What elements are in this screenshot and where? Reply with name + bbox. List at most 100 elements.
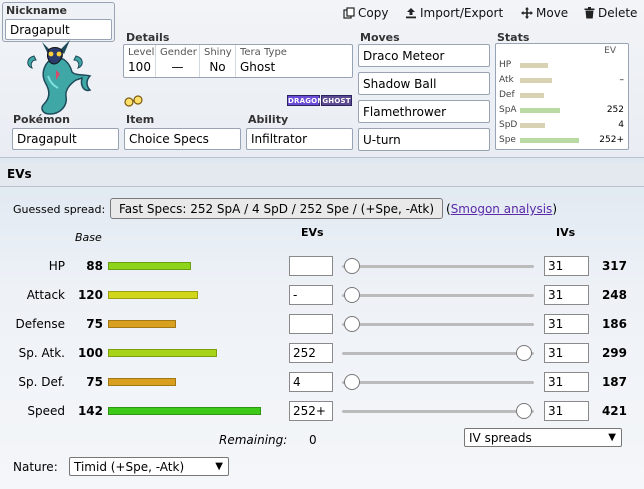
stats-ev-header: EV <box>604 46 616 56</box>
ev-slider-thumb[interactable] <box>344 374 360 390</box>
import-export-button[interactable]: Import/Export <box>405 6 503 20</box>
tera-value: Ghost <box>240 60 276 74</box>
delete-button[interactable]: Delete <box>584 6 637 20</box>
ev-input[interactable] <box>289 256 333 276</box>
iv-spreads-select[interactable]: IV spreads ▼ <box>464 428 622 447</box>
level-value: 100 <box>128 60 151 74</box>
ability-input[interactable]: Infiltrator <box>246 128 353 150</box>
ev-slider[interactable] <box>342 256 534 276</box>
pokemon-input[interactable]: Dragapult <box>12 128 119 150</box>
stat-total-value: 248 <box>601 288 627 302</box>
choice-specs-item-icon <box>124 95 143 107</box>
ev-slider[interactable] <box>342 314 534 334</box>
move-button[interactable]: Move <box>521 6 568 20</box>
nature-label: Nature: <box>13 460 58 474</box>
ev-slider-thumb[interactable] <box>516 403 532 419</box>
ev-slider-track <box>342 294 534 297</box>
iv-input[interactable]: 31 <box>544 314 589 334</box>
stats-summary-row: Spe 252+ <box>496 135 628 147</box>
stats-summary-stat-name: HP <box>499 60 512 70</box>
stats-summary-row: Def <box>496 90 628 102</box>
ivs-column-header: IVs <box>556 226 576 239</box>
move-3-input[interactable]: Flamethrower <box>358 100 490 123</box>
upload-icon <box>406 8 416 19</box>
iv-input[interactable]: 31 <box>544 285 589 305</box>
shiny-value: No <box>209 60 226 74</box>
ev-slider-thumb[interactable] <box>344 287 360 303</box>
paren-close: ) <box>552 202 557 216</box>
ev-input[interactable]: - <box>289 285 333 305</box>
smogon-link-wrap: (Smogon analysis) <box>446 202 557 216</box>
shiny-label: Shiny <box>204 47 232 58</box>
stats-summary-stat-name: SpD <box>499 120 518 130</box>
pokemon-label: Pokémon <box>13 113 70 126</box>
ev-input[interactable]: 252+ <box>289 401 333 421</box>
iv-input[interactable]: 31 <box>544 343 589 363</box>
stats-summary-bar <box>520 123 545 128</box>
move-4-input[interactable]: U-turn <box>358 128 490 151</box>
stat-base-bar <box>108 291 198 299</box>
stat-base-value: 88 <box>86 259 103 273</box>
stats-summary-row: SpD 4 <box>496 120 628 132</box>
ev-input[interactable]: 4 <box>289 372 333 392</box>
stat-name: Sp. Atk. <box>18 346 65 360</box>
stat-base-value: 142 <box>77 404 103 418</box>
stats-summary-ev: 252 <box>606 105 624 115</box>
details-button[interactable]: Level 100 Gender — Shiny No Tera Type Gh… <box>123 44 353 78</box>
stat-base-bar <box>108 262 191 270</box>
copy-button[interactable]: Copy <box>343 6 388 20</box>
ev-slider[interactable] <box>342 343 534 363</box>
delete-label: Delete <box>598 6 638 20</box>
stat-total-value: 299 <box>601 346 627 360</box>
shiny-cell: Shiny No <box>200 45 236 77</box>
nature-select[interactable]: Timid (+Spe, -Atk) ▼ <box>69 457 229 476</box>
level-cell: Level 100 <box>124 45 156 77</box>
ev-slider[interactable] <box>342 285 534 305</box>
tera-cell: Tera Type Ghost <box>236 45 352 77</box>
stats-summary-bar <box>520 78 552 83</box>
chevron-down-icon: ▼ <box>608 432 616 443</box>
stats-summary-row: SpA 252 <box>496 105 628 117</box>
iv-input[interactable]: 31 <box>544 401 589 421</box>
nickname-label: Nickname <box>6 4 67 17</box>
smogon-analysis-link[interactable]: Smogon analysis <box>451 202 553 216</box>
type-badge-ghost: GHOST <box>321 95 352 106</box>
stat-base-value: 120 <box>77 288 103 302</box>
item-input[interactable]: Choice Specs <box>124 128 241 150</box>
copy-icon <box>343 7 355 19</box>
stats-summary-ev: 252+ <box>599 135 624 145</box>
evs-column-header: EVs <box>301 226 324 239</box>
stat-base-bar <box>108 378 176 386</box>
base-header: Base <box>75 231 102 244</box>
iv-input[interactable]: 31 <box>544 256 589 276</box>
type-badge-dragon: DRAGON <box>287 95 324 106</box>
stats-summary-bar <box>520 93 544 98</box>
ev-slider-thumb[interactable] <box>344 316 360 332</box>
move-arrows-icon <box>521 7 533 19</box>
stat-total-value: 421 <box>601 404 627 418</box>
ev-slider[interactable] <box>342 401 534 421</box>
ev-input[interactable]: 252 <box>289 343 333 363</box>
ev-slider-thumb[interactable] <box>516 345 532 361</box>
ev-slider-thumb[interactable] <box>344 258 360 274</box>
move-1-input[interactable]: Draco Meteor <box>358 44 490 67</box>
ev-slider-track <box>342 410 534 413</box>
remaining-label: Remaining: <box>219 433 288 447</box>
level-label: Level <box>128 47 155 58</box>
ev-input[interactable] <box>289 314 333 334</box>
stat-name: Attack <box>26 288 65 302</box>
set-panel: Copy Import/Export Move Delete Nickname … <box>0 0 644 158</box>
ev-slider[interactable] <box>342 372 534 392</box>
stats-summary-bar <box>520 63 548 68</box>
iv-input[interactable]: 31 <box>544 372 589 392</box>
move-2-input[interactable]: Shadow Ball <box>358 72 490 95</box>
ev-slider-track <box>342 323 534 326</box>
gender-value: — <box>171 60 184 74</box>
guessed-spread-button[interactable]: Fast Specs: 252 SpA / 4 SpD / 252 Spe / … <box>110 198 443 219</box>
gender-cell: Gender — <box>156 45 200 77</box>
stat-name: Defense <box>15 317 65 331</box>
move-label: Move <box>536 6 569 20</box>
stats-summary-button[interactable]: EV HP Atk – Def SpA 252 SpD 4 Spe 252+ <box>495 43 629 150</box>
stat-total-value: 187 <box>601 375 627 389</box>
nature-value: Timid (+Spe, -Atk) <box>74 459 185 474</box>
